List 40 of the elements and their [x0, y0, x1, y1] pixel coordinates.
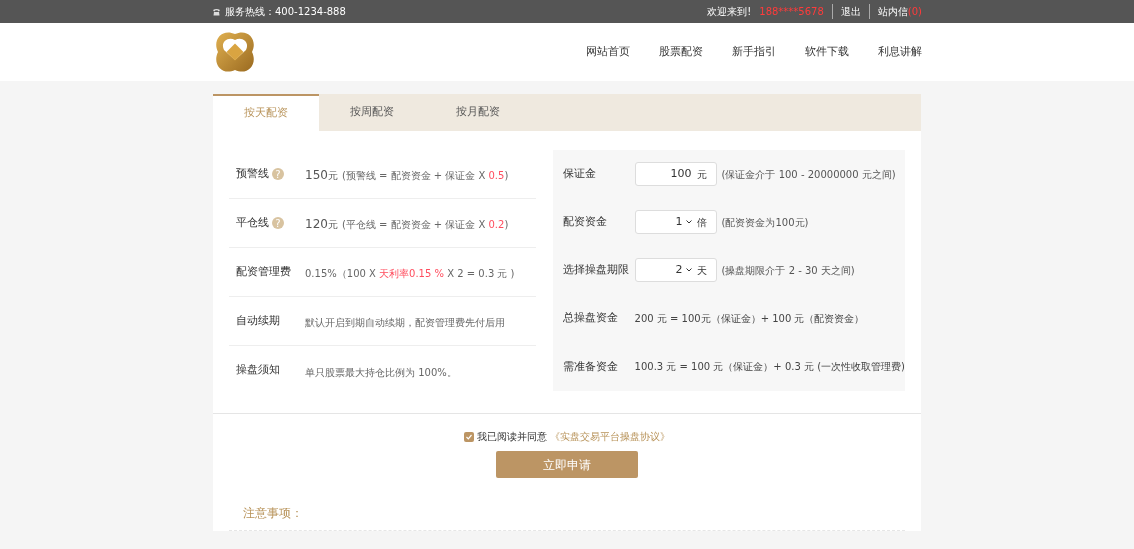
tab[interactable]: 按周配资	[319, 94, 425, 131]
calculation-text: 200 元 = 100元（保证金）+ 100 元（配资资金）	[634, 312, 865, 327]
row-value: 0.15%（100 X 天利率0.15 % X 2 = 0.3 元 )	[305, 267, 515, 281]
nav-link[interactable]: 网站首页	[586, 43, 630, 61]
nav-link[interactable]: 利息讲解	[878, 43, 922, 61]
field-hint: (操盘期限介于 2 - 30 天之间)	[721, 263, 855, 278]
row-value: 默认开启到期自动续期，配资管理费先付后用	[305, 316, 505, 330]
logout-link[interactable]: 退出	[831, 4, 861, 19]
inbox-link[interactable]: 站内信(0)	[868, 4, 922, 19]
field-label: 需准备资金	[562, 358, 619, 375]
nav-link[interactable]: 新手指引	[732, 43, 776, 61]
nav-link[interactable]: 股票配资	[659, 43, 703, 61]
field-label: 保证金	[562, 165, 597, 182]
field-hint: (配资资金为100元)	[721, 215, 809, 230]
nav-link[interactable]: 软件下载	[805, 43, 849, 61]
chevron-down-icon	[685, 268, 692, 273]
phone-icon	[212, 7, 221, 16]
chevron-down-icon	[685, 220, 692, 225]
welcome-text: 欢迎来到!	[707, 5, 752, 19]
row-value: 单只股票最大持仓比例为 100%。	[305, 365, 457, 380]
hotline-text: 服务热线：400-1234-888	[225, 5, 346, 19]
row-label: 操盘须知	[236, 362, 280, 379]
row-label: 平仓线	[236, 214, 269, 231]
row-label: 自动续期	[236, 312, 280, 329]
row-value: 150元 (预警线 = 配资资金 + 保证金 X 0.5)	[305, 167, 509, 184]
field-hint: (保证金介于 100 - 20000000 元之间)	[721, 167, 896, 182]
dropdown-field[interactable]: 2 天	[634, 258, 717, 283]
tab[interactable]: 按月配资	[425, 94, 531, 131]
field-label: 选择操盘期限	[562, 262, 630, 279]
row-label: 配资管理费	[236, 263, 291, 280]
field-label: 配资资金	[562, 214, 608, 231]
agreement-checkbox[interactable]	[464, 431, 474, 442]
notes-title: 注意事项：	[243, 506, 303, 520]
amount-field[interactable]: 100 元	[634, 162, 717, 187]
row-value: 120元 (平仓线 = 配资资金 + 保证金 X 0.2)	[305, 216, 509, 233]
row-label: 预警线	[236, 165, 269, 182]
calculation-text: 100.3 元 = 100 元（保证金）+ 0.3 元 (一次性收取管理费)	[634, 360, 905, 375]
dropdown-field[interactable]: 1 倍	[634, 210, 717, 235]
agreement-text: 我已阅读并同意	[477, 430, 547, 444]
field-label: 总操盘资金	[562, 310, 619, 327]
